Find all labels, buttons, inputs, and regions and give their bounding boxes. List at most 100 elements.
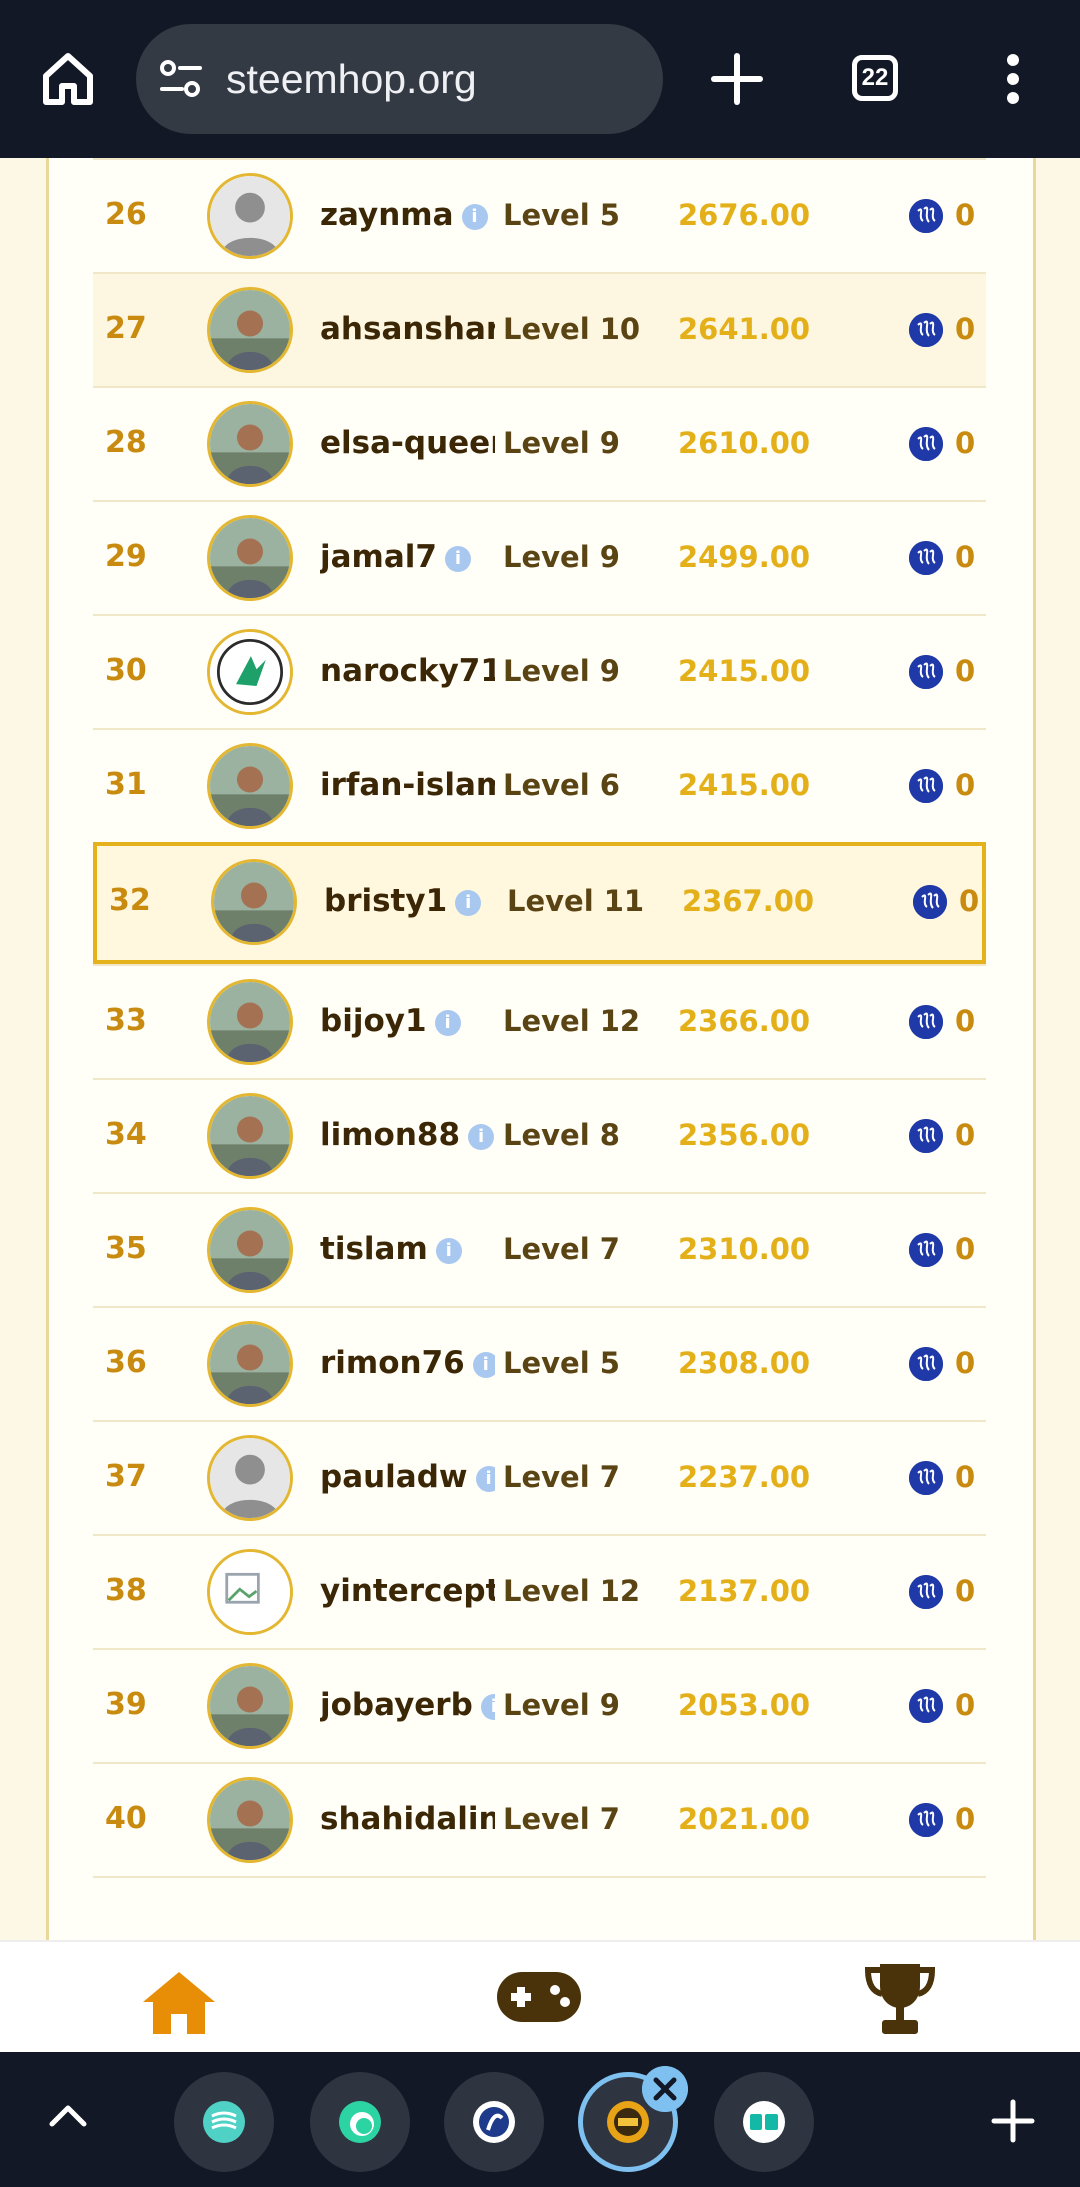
username: jamal7 bbox=[320, 539, 437, 575]
gamepad-icon[interactable] bbox=[495, 1970, 583, 2024]
rank-number: 36 bbox=[105, 1345, 147, 1380]
avatar[interactable] bbox=[207, 287, 293, 373]
avatar[interactable] bbox=[207, 401, 293, 487]
steem-coin-icon bbox=[909, 769, 943, 803]
leaderboard-row[interactable]: 38 yinterceptiLevel 12 2137.00 0 bbox=[93, 1534, 986, 1648]
info-icon[interactable]: i bbox=[480, 1693, 495, 1720]
username: elsa-queer bbox=[320, 425, 495, 461]
leaderboard-row[interactable]: 37 pauladw i Level 7 2237.00 0 bbox=[93, 1420, 986, 1534]
steem-coin-icon bbox=[913, 885, 947, 919]
info-icon[interactable]: i bbox=[455, 889, 482, 916]
leaderboard-row[interactable]: 26 zaynma i Level 5 2676.00 0 bbox=[93, 158, 986, 272]
info-icon[interactable]: i bbox=[468, 1123, 495, 1150]
leaderboard-row[interactable]: 30 narocky71iLevel 9 2415.00 0 bbox=[93, 614, 986, 728]
leaderboard-row[interactable]: 36 rimon76 i Level 5 2308.00 0 bbox=[93, 1306, 986, 1420]
leaderboard-row[interactable]: 28 elsa-queeriLevel 9 2610.00 0 bbox=[93, 386, 986, 500]
points-value: 2415.00 bbox=[678, 654, 811, 688]
home-icon[interactable] bbox=[38, 48, 98, 108]
rank-number: 26 bbox=[105, 197, 147, 232]
avatar[interactable] bbox=[207, 743, 293, 829]
browser-toolbar: steemhop.org 22 bbox=[0, 0, 1080, 158]
username-cell[interactable]: irfan-islami bbox=[320, 730, 495, 840]
info-icon[interactable]: i bbox=[444, 545, 471, 572]
points-value: 2310.00 bbox=[678, 1232, 811, 1266]
username: bristy1 bbox=[324, 883, 448, 919]
avatar[interactable] bbox=[207, 979, 293, 1065]
steem-coin-icon bbox=[909, 1005, 943, 1039]
points-value: 2137.00 bbox=[678, 1574, 811, 1608]
leaderboard-row[interactable]: 40 shahidaliniLevel 7 2021.00 0 bbox=[93, 1762, 986, 1876]
close-icon[interactable] bbox=[642, 2066, 688, 2112]
reward-value: 0 bbox=[955, 426, 976, 460]
tab-thumbnail-3[interactable] bbox=[444, 2072, 544, 2172]
username-cell[interactable]: bristy1 i bbox=[324, 846, 499, 956]
info-icon[interactable]: i bbox=[461, 203, 488, 230]
username-cell[interactable]: zaynma i bbox=[320, 160, 495, 270]
leaderboard-row[interactable]: 27 ahsanshariiLevel 10 2641.00 0 bbox=[93, 272, 986, 386]
level-label: Level 12 bbox=[503, 1004, 641, 1038]
rank-number: 37 bbox=[105, 1459, 147, 1494]
home-icon[interactable] bbox=[139, 1968, 219, 2038]
site-settings-icon[interactable] bbox=[158, 57, 204, 101]
info-icon[interactable]: i bbox=[472, 1351, 495, 1378]
avatar[interactable] bbox=[207, 515, 293, 601]
username: ahsanshari bbox=[320, 311, 495, 347]
app-icon bbox=[203, 2101, 245, 2143]
info-icon[interactable]: i bbox=[475, 1465, 495, 1492]
points-value: 2610.00 bbox=[678, 426, 811, 460]
username-cell[interactable]: jamal7 i bbox=[320, 502, 495, 612]
avatar[interactable] bbox=[207, 1435, 293, 1521]
leaderboard-row-current-user[interactable]: 32 bristy1 i Level 11 2367.00 0 bbox=[93, 842, 986, 964]
avatar[interactable] bbox=[207, 629, 293, 715]
reward-value: 0 bbox=[955, 1688, 976, 1722]
leaderboard-row[interactable]: 29 jamal7 i Level 9 2499.00 0 bbox=[93, 500, 986, 614]
level-label: Level 6 bbox=[503, 768, 620, 802]
url-text: steemhop.org bbox=[226, 56, 477, 102]
trophy-icon[interactable] bbox=[862, 1960, 938, 2038]
plus-icon[interactable] bbox=[710, 52, 764, 106]
tab-thumbnail-1[interactable] bbox=[174, 2072, 274, 2172]
tab-thumbnail-5[interactable] bbox=[714, 2072, 814, 2172]
username-cell[interactable]: rimon76 i bbox=[320, 1308, 495, 1418]
chevron-up-icon[interactable] bbox=[46, 2100, 90, 2130]
username-cell[interactable]: bijoy1 i bbox=[320, 966, 495, 1076]
avatar[interactable] bbox=[207, 1663, 293, 1749]
leaderboard-row[interactable]: 35 tislam i Level 7 2310.00 0 bbox=[93, 1192, 986, 1306]
info-icon[interactable]: i bbox=[434, 1009, 461, 1036]
username-cell[interactable]: shahidalini bbox=[320, 1764, 495, 1874]
steem-coin-icon bbox=[909, 1233, 943, 1267]
tab-thumbnail-2[interactable] bbox=[310, 2072, 410, 2172]
username-cell[interactable]: elsa-queeri bbox=[320, 388, 495, 498]
info-icon[interactable]: i bbox=[435, 1237, 462, 1264]
avatar[interactable] bbox=[207, 1207, 293, 1293]
avatar[interactable] bbox=[207, 1093, 293, 1179]
avatar[interactable] bbox=[207, 173, 293, 259]
leaderboard-row[interactable]: 39 jobayerb i Level 9 2053.00 0 bbox=[93, 1648, 986, 1762]
leaderboard-row[interactable]: 33 bijoy1 i Level 12 2366.00 0 bbox=[93, 964, 986, 1078]
plus-icon[interactable] bbox=[990, 2098, 1036, 2144]
tab-switcher-button[interactable]: 22 bbox=[852, 55, 898, 101]
more-vert-icon[interactable] bbox=[996, 52, 1030, 106]
username: pauladw bbox=[320, 1459, 468, 1495]
username-cell[interactable]: narocky71i bbox=[320, 616, 495, 726]
avatar[interactable] bbox=[207, 1777, 293, 1863]
level-label: Level 10 bbox=[503, 312, 641, 346]
username: limon88 bbox=[320, 1117, 461, 1153]
leaderboard-row-partial bbox=[93, 1876, 986, 1928]
username-cell[interactable]: limon88 i bbox=[320, 1080, 495, 1190]
avatar[interactable] bbox=[211, 859, 297, 945]
username-cell[interactable]: tislam i bbox=[320, 1194, 495, 1304]
app-bottom-nav bbox=[0, 1940, 1080, 2054]
username-cell[interactable]: ahsansharii bbox=[320, 274, 495, 384]
avatar[interactable] bbox=[207, 1321, 293, 1407]
reward-value: 0 bbox=[955, 1346, 976, 1380]
username-cell[interactable]: yintercepti bbox=[320, 1536, 495, 1646]
avatar[interactable] bbox=[207, 1549, 293, 1635]
username-cell[interactable]: jobayerb i bbox=[320, 1650, 495, 1760]
username-cell[interactable]: pauladw i bbox=[320, 1422, 495, 1532]
reward-value: 0 bbox=[955, 312, 976, 346]
leaderboard-row[interactable]: 34 limon88 i Level 8 2356.00 0 bbox=[93, 1078, 986, 1192]
leaderboard-row[interactable]: 31 irfan-islamiLevel 6 2415.00 0 bbox=[93, 728, 986, 842]
address-bar[interactable]: steemhop.org bbox=[136, 24, 663, 134]
level-label: Level 9 bbox=[503, 426, 620, 460]
